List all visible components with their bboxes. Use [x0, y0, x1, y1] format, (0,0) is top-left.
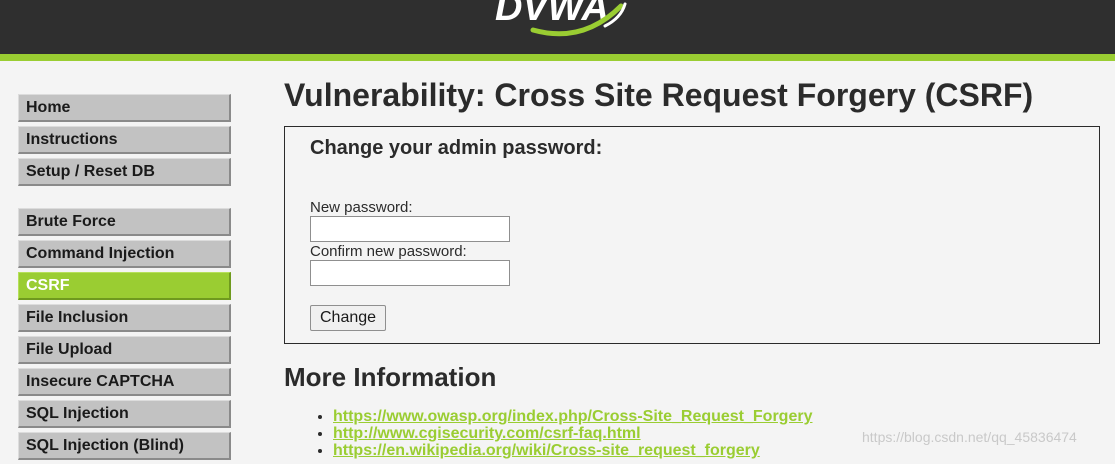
sidebar-menu: Home Instructions Setup / Reset DB Brute…: [18, 94, 231, 464]
dvwa-logo[interactable]: DVWA: [493, 0, 633, 40]
sidebar-item-csrf[interactable]: CSRF: [18, 272, 231, 300]
more-information-heading: More Information: [284, 362, 497, 392]
wikipedia-csrf-link[interactable]: https://en.wikipedia.org/wiki/Cross-site…: [333, 442, 760, 459]
confirm-password-label: Confirm new password:: [310, 243, 467, 260]
reference-links-list: https://www.owasp.org/index.php/Cross-Si…: [284, 408, 812, 459]
csrf-form-box: Change your admin password: New password…: [284, 126, 1100, 344]
sidebar-item-brute-force[interactable]: Brute Force: [18, 208, 231, 236]
sidebar-item-command-injection[interactable]: Command Injection: [18, 240, 231, 268]
sidebar-item-sql-injection[interactable]: SQL Injection: [18, 400, 231, 428]
list-item: https://www.owasp.org/index.php/Cross-Si…: [333, 408, 812, 425]
menu-group-general: Home Instructions Setup / Reset DB: [18, 94, 231, 186]
form-heading: Change your admin password:: [310, 137, 603, 159]
csdn-watermark: https://blog.csdn.net/qq_45836474: [862, 429, 1077, 445]
header-bar: DVWA: [0, 0, 1115, 54]
sidebar-item-home[interactable]: Home: [18, 94, 231, 122]
confirm-password-input[interactable]: [310, 260, 510, 286]
new-password-label: New password:: [310, 199, 413, 216]
header-accent-stripe: [0, 54, 1115, 61]
menu-group-vulnerabilities: Brute Force Command Injection CSRF File …: [18, 208, 231, 460]
sidebar-item-file-inclusion[interactable]: File Inclusion: [18, 304, 231, 332]
new-password-input[interactable]: [310, 216, 510, 242]
sidebar-item-file-upload[interactable]: File Upload: [18, 336, 231, 364]
page-title: Vulnerability: Cross Site Request Forger…: [284, 77, 1034, 113]
list-item: https://en.wikipedia.org/wiki/Cross-site…: [333, 442, 812, 459]
list-item: http://www.cgisecurity.com/csrf-faq.html: [333, 425, 812, 442]
cgisecurity-csrf-faq-link[interactable]: http://www.cgisecurity.com/csrf-faq.html: [333, 425, 641, 442]
sidebar-item-instructions[interactable]: Instructions: [18, 126, 231, 154]
owasp-csrf-link[interactable]: https://www.owasp.org/index.php/Cross-Si…: [333, 408, 812, 425]
change-button[interactable]: Change: [310, 305, 387, 331]
sidebar-item-insecure-captcha[interactable]: Insecure CAPTCHA: [18, 368, 231, 396]
sidebar-item-setup-reset-db[interactable]: Setup / Reset DB: [18, 158, 231, 186]
main-content: Vulnerability: Cross Site Request Forger…: [284, 76, 1115, 459]
